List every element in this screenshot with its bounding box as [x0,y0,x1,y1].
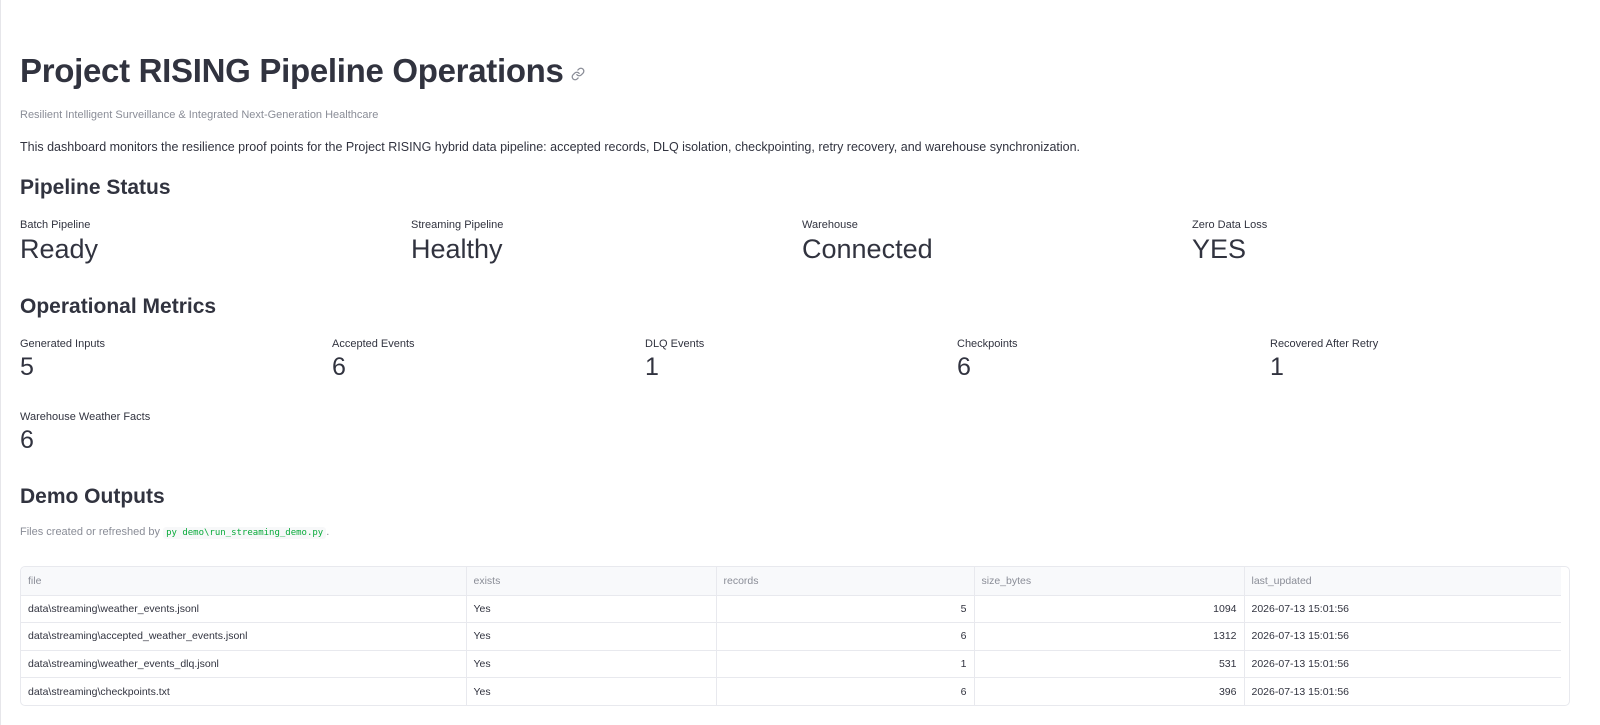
metric-label: Checkpoints [957,338,1018,350]
caption-text: Files created or refreshed by [20,526,161,538]
cell-last-updated[interactable]: 2026-07-13 15:01:56 [1244,595,1561,623]
caption-suffix: . [326,526,330,538]
metric-value: 6 [332,353,346,381]
column-header-last-updated[interactable]: last_updated [1244,567,1561,596]
metric-value: 6 [20,426,34,454]
cell-records[interactable]: 5 [716,595,975,623]
cell-exists[interactable]: Yes [466,595,717,623]
cell-exists[interactable]: Yes [466,677,717,705]
metric-streaming-pipeline: Streaming Pipeline Healthy [411,219,503,265]
cell-last-updated[interactable]: 2026-07-13 15:01:56 [1244,678,1561,706]
demo-outputs-caption: Files created or refreshed by py demo\ru… [20,526,330,539]
metric-value: YES [1192,234,1247,264]
metric-zero-data-loss: Zero Data Loss YES [1192,219,1267,265]
metric-value: Healthy [411,234,503,264]
cell-size-bytes[interactable]: 396 [974,677,1245,705]
metric-value: Ready [20,234,99,264]
cell-last-updated[interactable]: 2026-07-13 15:01:56 [1244,650,1561,678]
table-row[interactable]: data\streaming\weather_events_dlq.jsonl … [21,650,1561,678]
cell-size-bytes[interactable]: 531 [974,650,1245,678]
metric-checkpoints: Checkpoints 6 [957,338,1018,382]
metric-value: 6 [957,353,971,381]
metric-batch-pipeline: Batch Pipeline Ready [20,219,98,265]
metric-value: 5 [20,353,34,381]
operational-metrics-heading: Operational Metrics [20,295,217,318]
table-row[interactable]: data\streaming\checkpoints.txt Yes 6 396… [21,677,1561,706]
cell-file[interactable]: data\streaming\weather_events.jsonl [21,595,467,623]
table-row[interactable]: data\streaming\accepted_weather_events.j… [21,622,1561,651]
metric-label: Accepted Events [332,338,415,350]
metric-generated-inputs: Generated Inputs 5 [20,338,105,382]
cell-exists[interactable]: Yes [466,650,717,678]
metric-recovered-after-retry: Recovered After Retry 1 [1270,338,1378,382]
cell-size-bytes[interactable]: 1094 [974,595,1245,623]
metric-label: DLQ Events [645,338,705,350]
cell-file[interactable]: data\streaming\checkpoints.txt [21,677,467,705]
metric-label: Batch Pipeline [20,219,91,231]
metric-value: 1 [645,353,659,381]
column-header-size-bytes[interactable]: size_bytes [974,567,1245,596]
column-header-exists[interactable]: exists [466,567,717,596]
cell-records[interactable]: 1 [716,650,975,678]
metric-value: 1 [1270,353,1284,381]
intro-text: This dashboard monitors the resilience p… [20,140,1081,154]
title-row: Project RISING Pipeline Operations [20,52,585,90]
metric-label: Warehouse [802,219,858,231]
column-header-file[interactable]: file [21,567,467,596]
cell-size-bytes[interactable]: 1312 [974,622,1245,651]
demo-outputs-table[interactable]: file exists records size_bytes last_upda… [20,566,1570,706]
page-title: Project RISING Pipeline Operations [20,52,564,89]
metric-accepted-events: Accepted Events 6 [332,338,415,382]
table-header-row: file exists records size_bytes last_upda… [21,567,1561,596]
page-subtitle: Resilient Intelligent Surveillance & Int… [20,109,379,121]
metric-warehouse-weather-facts: Warehouse Weather Facts 6 [20,411,150,455]
pipeline-status-heading: Pipeline Status [20,176,171,199]
metric-warehouse: Warehouse Connected [802,219,933,265]
metric-label: Streaming Pipeline [411,219,504,231]
metric-value: Connected [802,234,933,264]
metric-label: Generated Inputs [20,338,106,350]
cell-file[interactable]: data\streaming\weather_events_dlq.jsonl [21,650,467,678]
data-table: file exists records size_bytes last_upda… [21,567,1561,705]
cell-records[interactable]: 6 [716,677,975,705]
caption-code: py demo\run_streaming_demo.py [163,527,327,539]
metric-label: Zero Data Loss [1192,219,1268,231]
metric-label: Warehouse Weather Facts [20,411,151,423]
sidebar-edge [0,0,1,725]
table-row[interactable]: data\streaming\weather_events.jsonl Yes … [21,595,1561,623]
demo-outputs-heading: Demo Outputs [20,485,165,508]
link-icon[interactable] [571,67,585,81]
cell-file[interactable]: data\streaming\accepted_weather_events.j… [21,622,467,651]
cell-records[interactable]: 6 [716,622,975,651]
cell-exists[interactable]: Yes [466,622,717,651]
column-header-records[interactable]: records [716,567,975,596]
cell-last-updated[interactable]: 2026-07-13 15:01:56 [1244,622,1561,651]
metric-dlq-events: DLQ Events 1 [645,338,704,382]
metric-label: Recovered After Retry [1270,338,1379,350]
